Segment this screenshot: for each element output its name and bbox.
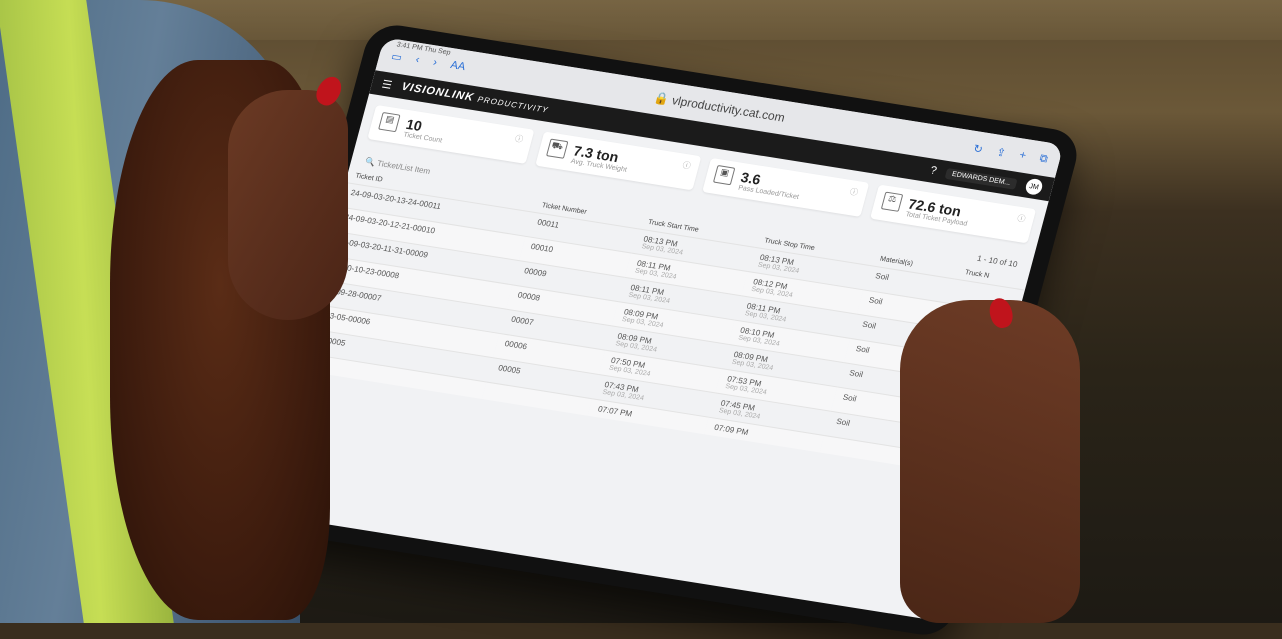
cell-text: Soil — [835, 416, 851, 428]
menu-icon[interactable]: ☰ — [380, 77, 393, 91]
cell-text: Soil — [861, 319, 877, 331]
text-size-button[interactable]: AA — [449, 59, 467, 73]
cell-text: 00006 — [503, 339, 529, 352]
cell-text: 07:07 PM — [596, 404, 634, 419]
info-icon[interactable]: ⓘ — [514, 133, 525, 145]
info-icon[interactable]: ⓘ — [849, 186, 860, 198]
cell-text: 07:09 PM — [713, 422, 750, 437]
cell-text: Soil — [848, 368, 864, 380]
new-tab-icon[interactable]: + — [1018, 149, 1027, 162]
ticket-icon: ▤ — [378, 111, 401, 133]
back-icon[interactable]: ‹ — [414, 54, 421, 66]
sidebar-icon[interactable]: ▭ — [390, 49, 404, 63]
cell-text: 00009 — [523, 266, 548, 279]
cell-text: 00005 — [497, 363, 522, 376]
truck-icon: ⛟ — [545, 138, 568, 159]
bucket-icon: ▣ — [712, 164, 736, 186]
cell-text: 00011 — [536, 217, 561, 230]
avatar[interactable]: JM — [1024, 177, 1045, 196]
info-icon[interactable]: ⓘ — [1016, 213, 1027, 225]
cell-text: Soil — [867, 295, 884, 307]
cell-text: 00010 — [529, 241, 555, 255]
tabs-icon[interactable]: ⧉ — [1038, 152, 1049, 166]
forward-icon[interactable]: › — [432, 56, 439, 68]
scale-icon: ⚖ — [880, 191, 903, 212]
info-icon[interactable]: ⓘ — [681, 160, 692, 172]
cell-text: 00008 — [516, 290, 542, 303]
cell-text: Soil — [874, 271, 890, 283]
right-hand — [900, 300, 1080, 623]
reload-icon[interactable]: ↻ — [972, 142, 984, 155]
share-icon[interactable]: ⇪ — [995, 145, 1007, 159]
cell-text: 00007 — [510, 314, 535, 327]
cell-text: Soil — [854, 344, 871, 355]
help-icon[interactable]: ? — [929, 164, 938, 177]
left-hand — [228, 90, 348, 320]
cell-text: Soil — [841, 392, 858, 404]
